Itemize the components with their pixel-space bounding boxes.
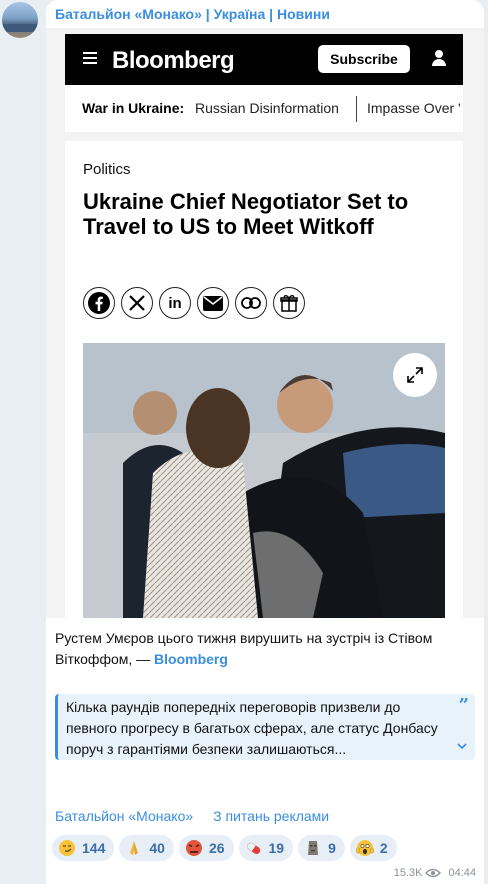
channel-name[interactable]: Батальйон «Монако» | Україна | Новини [55, 6, 330, 22]
reaction-count: 26 [208, 840, 225, 856]
footer-links: Батальйон «Монако» З питань реклами [55, 808, 349, 824]
article-title: Ukraine Chief Negotiator Set to Travel t… [83, 189, 409, 239]
subscribe-button: Subscribe [318, 45, 410, 73]
photo-scene [83, 343, 445, 618]
caption-text: Рустем Умєров цього тижня вирушить на зу… [55, 630, 433, 667]
channel-link[interactable]: Батальйон «Монако» [55, 808, 193, 824]
nav-divider [356, 96, 357, 122]
reactions-row: 144 40 26 19 9 2 [52, 835, 397, 861]
reaction-count: 9 [328, 840, 336, 856]
reaction-count: 40 [149, 840, 165, 856]
scream-emoji-icon [356, 840, 374, 856]
moai-emoji-icon [308, 841, 319, 855]
channel-avatar[interactable] [2, 2, 38, 38]
reaction-count: 19 [268, 840, 285, 856]
article-card: Politics Ukraine Chief Negotiator Set to… [65, 141, 463, 618]
reaction-angry[interactable]: 26 [178, 835, 234, 861]
reaction-pill[interactable]: 19 [238, 835, 294, 861]
news-photo [83, 343, 445, 618]
reaction-smirk[interactable]: 144 [52, 835, 115, 861]
message-bubble: Батальйон «Монако» | Україна | Новини Bl… [46, 0, 484, 884]
quote-text: Кілька раундів попередніх переговорів пр… [66, 699, 438, 757]
article-category: Politics [83, 161, 131, 178]
gift-icon [273, 287, 305, 319]
caption-link[interactable]: Bloomberg [154, 651, 228, 667]
bloomberg-nav: War in Ukraine: Russian Disinformation I… [65, 85, 463, 132]
message-caption: Рустем Умєров цього тижня вирушить на зу… [55, 628, 475, 670]
views-count: 15.3K [393, 867, 423, 879]
quote-icon: ” [458, 695, 469, 716]
linkedin-icon: in [159, 287, 191, 319]
link-icon [235, 287, 267, 319]
share-row: in [83, 287, 305, 319]
message-meta: 15.3K 04:44 [394, 867, 476, 879]
eye-icon [425, 868, 442, 878]
chevron-down-icon[interactable] [457, 741, 467, 751]
blockquote[interactable]: Кілька раундів попередніх переговорів пр… [55, 694, 475, 760]
facebook-icon [83, 287, 115, 319]
reaction-count: 144 [82, 840, 106, 856]
reaction-moai[interactable]: 9 [298, 835, 345, 861]
bloomberg-header: Bloomberg Subscribe [65, 34, 463, 85]
user-icon [431, 50, 447, 68]
reaction-count: 2 [379, 840, 388, 856]
angry-emoji-icon [185, 840, 202, 856]
bloomberg-logo: Bloomberg [112, 47, 235, 74]
pill-emoji-icon [246, 842, 260, 855]
nav-label: War in Ukraine: [82, 100, 185, 116]
expand-icon [393, 353, 437, 397]
article-screenshot[interactable]: Bloomberg Subscribe War in Ukraine: Russ… [46, 28, 484, 618]
smirk-emoji-icon [59, 840, 75, 856]
email-icon [197, 287, 229, 319]
ads-link[interactable]: З питань реклами [213, 808, 329, 824]
nav-item: Russian Disinformation [195, 100, 339, 116]
reaction-scream[interactable]: 2 [349, 835, 397, 861]
reaction-pray[interactable]: 40 [119, 835, 174, 861]
menu-icon [83, 52, 97, 64]
x-icon [121, 287, 153, 319]
pray-emoji-icon [130, 841, 139, 855]
nav-item: Impasse Over ' [367, 100, 461, 116]
message-time: 04:44 [448, 867, 476, 879]
